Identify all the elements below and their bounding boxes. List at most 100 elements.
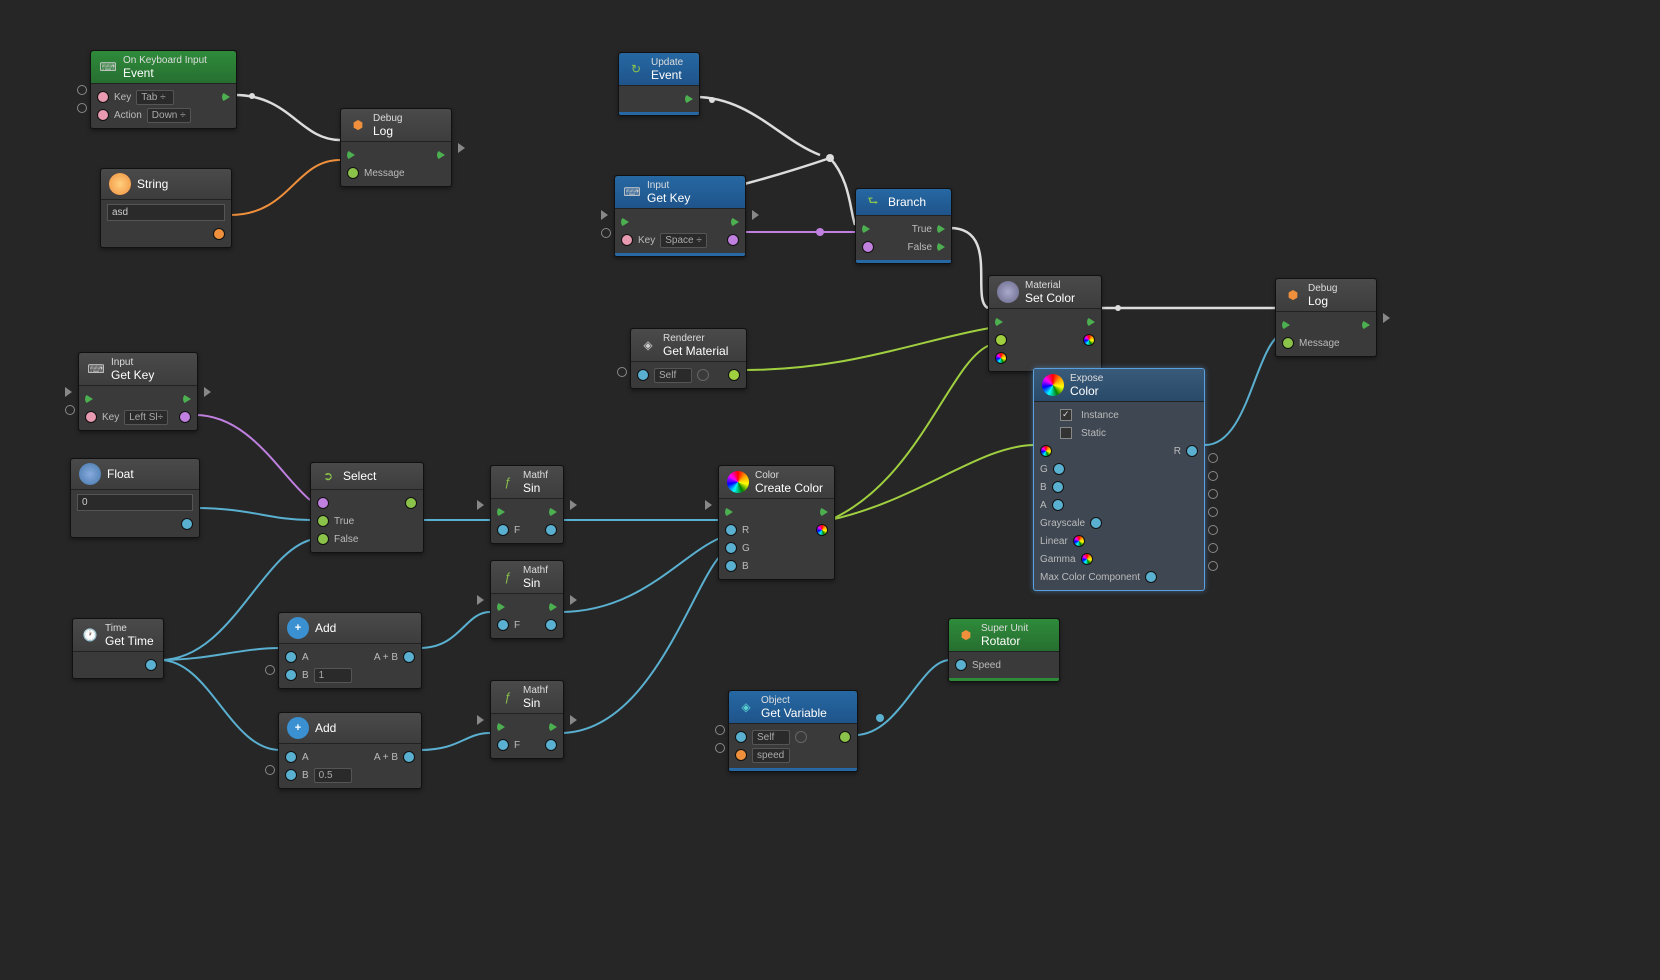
- port-b[interactable]: [285, 669, 297, 681]
- port-g[interactable]: [1053, 463, 1065, 475]
- field-action[interactable]: Down ÷: [147, 108, 191, 123]
- port-a[interactable]: [285, 751, 297, 763]
- port-flow-in[interactable]: [1282, 320, 1290, 330]
- port-flow-in[interactable]: [862, 224, 870, 234]
- port-true[interactable]: [317, 515, 329, 527]
- ext-port[interactable]: [617, 367, 627, 377]
- node-time-get-time[interactable]: 🕐 TimeGet Time: [72, 618, 164, 679]
- port-true[interactable]: [937, 224, 945, 234]
- port-flow-out[interactable]: [820, 507, 828, 517]
- ext-port[interactable]: [204, 387, 211, 397]
- port-flow-in[interactable]: [497, 722, 505, 732]
- port-color-out[interactable]: [1083, 334, 1095, 346]
- port-f[interactable]: [497, 739, 509, 751]
- ext-port[interactable]: [1208, 471, 1218, 481]
- port-gamma[interactable]: [1081, 553, 1093, 565]
- port-a[interactable]: [1052, 499, 1064, 511]
- picker-icon[interactable]: [795, 731, 807, 743]
- port-max[interactable]: [1145, 571, 1157, 583]
- port-flow-in[interactable]: [497, 507, 505, 517]
- port-out[interactable]: [213, 228, 225, 240]
- field-b[interactable]: 1: [314, 668, 352, 683]
- ext-port[interactable]: [77, 103, 87, 113]
- port-g[interactable]: [725, 542, 737, 554]
- port-out[interactable]: [403, 651, 415, 663]
- port-flow-out[interactable]: [549, 602, 557, 612]
- checkbox-static[interactable]: [1060, 427, 1072, 439]
- port-flow-out[interactable]: [731, 217, 739, 227]
- port-flow-out[interactable]: [437, 150, 445, 160]
- port-b[interactable]: [1052, 481, 1064, 493]
- checkbox-instance[interactable]: [1060, 409, 1072, 421]
- port-out[interactable]: [839, 731, 851, 743]
- port-message[interactable]: [1282, 337, 1294, 349]
- port-flow-out[interactable]: [685, 94, 693, 104]
- port-a[interactable]: [285, 651, 297, 663]
- node-input-get-key[interactable]: ⌨ InputGet Key KeyLeft Sl÷: [78, 352, 198, 431]
- port-out[interactable]: [545, 619, 557, 631]
- port-out[interactable]: [728, 369, 740, 381]
- port-out[interactable]: [816, 524, 828, 536]
- node-select[interactable]: ➲ Select True False: [310, 462, 424, 553]
- port-message[interactable]: [347, 167, 359, 179]
- picker-icon[interactable]: [697, 369, 709, 381]
- port-out[interactable]: [179, 411, 191, 423]
- float-input[interactable]: [77, 494, 193, 511]
- port-color-in[interactable]: [995, 352, 1007, 364]
- port-r[interactable]: [1186, 445, 1198, 457]
- node-float[interactable]: Float: [70, 458, 200, 538]
- port-out[interactable]: [545, 524, 557, 536]
- ext-port[interactable]: [458, 143, 465, 153]
- ext-port[interactable]: [1208, 489, 1218, 499]
- port-target[interactable]: [735, 731, 747, 743]
- port-r[interactable]: [725, 524, 737, 536]
- node-on-keyboard-input[interactable]: ⌨ On Keyboard Input Event KeyTab ÷ Actio…: [90, 50, 237, 129]
- port-flow-out[interactable]: [1087, 317, 1095, 327]
- node-input-get-key[interactable]: ⌨ InputGet Key KeySpace ÷: [614, 175, 746, 257]
- ext-port[interactable]: [570, 500, 577, 510]
- field-key[interactable]: Left Sl÷: [124, 410, 168, 425]
- ext-port[interactable]: [477, 595, 484, 605]
- ext-port[interactable]: [570, 595, 577, 605]
- port-linear[interactable]: [1073, 535, 1085, 547]
- node-renderer-get-material[interactable]: ◈ RendererGet Material Self: [630, 328, 747, 389]
- port-flow-in[interactable]: [497, 602, 505, 612]
- ext-port[interactable]: [477, 715, 484, 725]
- port-cond[interactable]: [862, 241, 874, 253]
- node-debug-log[interactable]: ⬢ DebugLog Message: [1275, 278, 1377, 357]
- string-input[interactable]: [107, 204, 225, 221]
- ext-port[interactable]: [1208, 507, 1218, 517]
- port-flow-out[interactable]: [222, 92, 230, 102]
- port-grayscale[interactable]: [1090, 517, 1102, 529]
- port-out[interactable]: [405, 497, 417, 509]
- port-out[interactable]: [403, 751, 415, 763]
- ext-port[interactable]: [65, 387, 72, 397]
- ext-port[interactable]: [1383, 313, 1390, 323]
- ext-port[interactable]: [1208, 561, 1218, 571]
- port-target[interactable]: [637, 369, 649, 381]
- ext-port[interactable]: [715, 743, 725, 753]
- port-key[interactable]: [85, 411, 97, 423]
- port-false[interactable]: [937, 242, 945, 252]
- node-mathf-sin[interactable]: ƒ MathfSin F: [490, 680, 564, 759]
- port-f[interactable]: [497, 619, 509, 631]
- field-b[interactable]: 0.5: [314, 768, 352, 783]
- ext-port[interactable]: [601, 228, 611, 238]
- field-key[interactable]: Space ÷: [660, 233, 707, 248]
- node-string[interactable]: String: [100, 168, 232, 248]
- ext-port[interactable]: [715, 725, 725, 735]
- node-color-create-color[interactable]: ColorCreate Color R G B: [718, 465, 835, 580]
- port-flow-out[interactable]: [549, 722, 557, 732]
- port-false[interactable]: [317, 533, 329, 545]
- node-mathf-sin[interactable]: ƒ MathfSin F: [490, 560, 564, 639]
- port-out[interactable]: [545, 739, 557, 751]
- node-super-unit-rotator[interactable]: ⬢ Super UnitRotator Speed: [948, 618, 1060, 682]
- ext-port[interactable]: [265, 765, 275, 775]
- ext-port[interactable]: [705, 500, 712, 510]
- node-branch[interactable]: ⮑ Branch True False: [855, 188, 952, 264]
- ext-port[interactable]: [1208, 543, 1218, 553]
- ext-port[interactable]: [265, 665, 275, 675]
- port-speed[interactable]: [955, 659, 967, 671]
- field-self[interactable]: Self: [654, 368, 692, 383]
- ext-port[interactable]: [1208, 453, 1218, 463]
